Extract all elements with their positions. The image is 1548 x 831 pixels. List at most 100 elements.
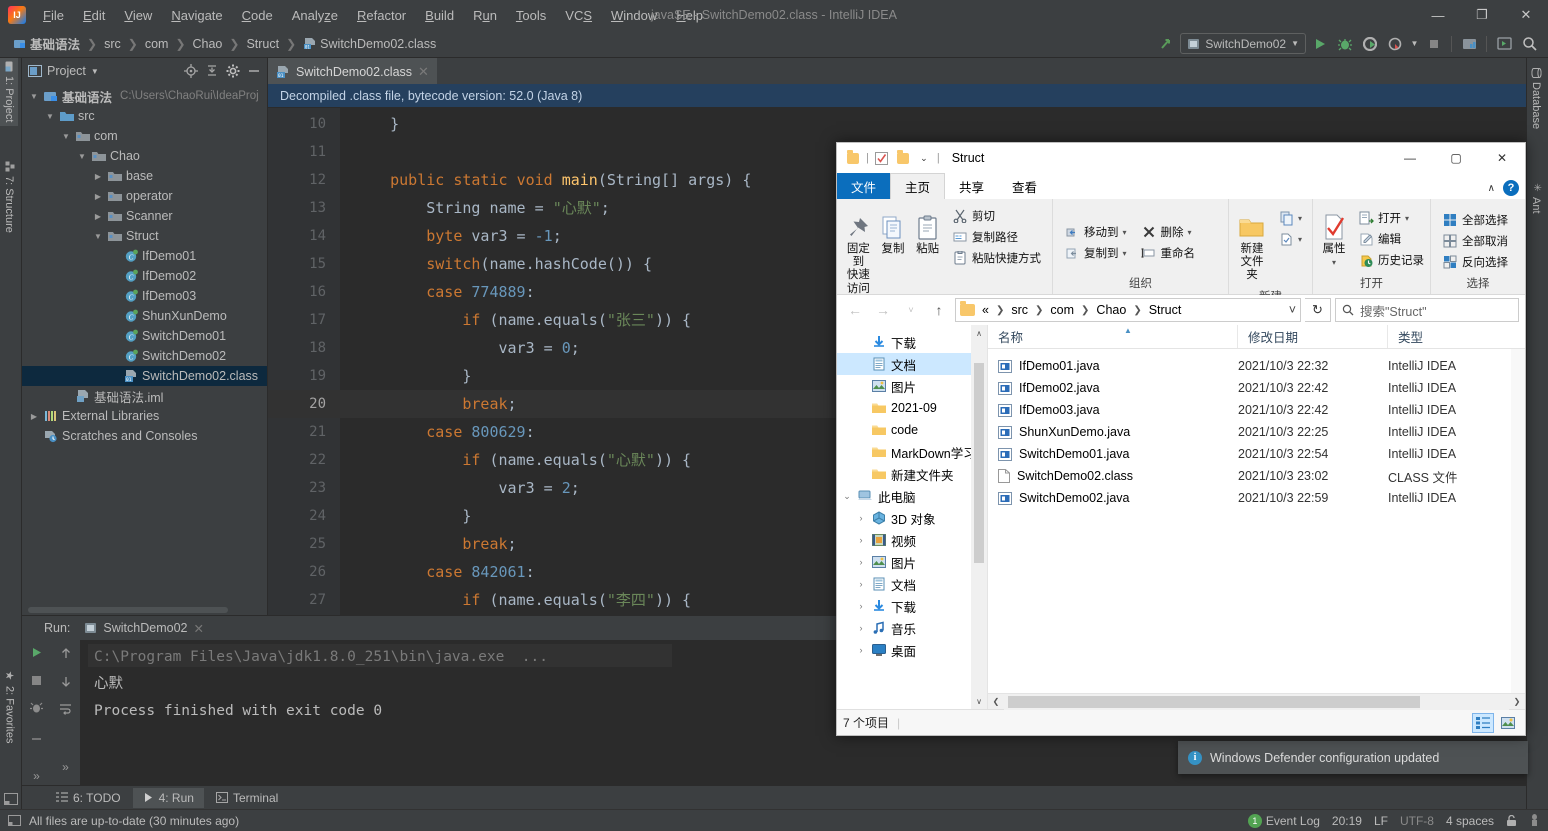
- horizontal-scrollbar[interactable]: ❮ ❯: [988, 693, 1525, 710]
- menu-code[interactable]: Code: [233, 4, 282, 27]
- forward-button[interactable]: →: [871, 298, 895, 322]
- rename-button[interactable]: 重命名: [1136, 243, 1201, 263]
- column-header-type[interactable]: 类型: [1388, 325, 1525, 348]
- menu-analyze[interactable]: Analyze: [283, 4, 347, 27]
- scroll-left-icon[interactable]: ❮: [988, 694, 1004, 710]
- nav-pane-item[interactable]: 2021-09: [837, 397, 987, 419]
- tree-expander-icon[interactable]: ▶: [92, 212, 104, 221]
- menu-file[interactable]: File: [34, 4, 73, 27]
- file-row[interactable]: SwitchDemo02.java 2021/10/3 22:59 IntelliJ…: [988, 487, 1511, 509]
- run-icon[interactable]: [1309, 33, 1331, 55]
- project-tree-item[interactable]: ▶ base: [22, 166, 267, 186]
- nav-pane-item[interactable]: 文档: [837, 353, 987, 375]
- tree-horizontal-scrollbar[interactable]: [28, 607, 228, 613]
- project-tree-item[interactable]: Scratches and Consoles: [22, 426, 267, 446]
- ribbon-tab-file[interactable]: 文件: [837, 173, 891, 199]
- file-row[interactable]: SwitchDemo02.class 2021/10/3 23:02 CLASS 文…: [988, 465, 1511, 487]
- project-tree-item[interactable]: C SwitchDemo01: [22, 326, 267, 346]
- history-button[interactable]: 历史记录: [1353, 250, 1429, 270]
- nav-pane-item[interactable]: MarkDown学习: [837, 441, 987, 463]
- tree-expander-icon[interactable]: ›: [855, 601, 867, 611]
- debug-reattach-icon[interactable]: [28, 699, 46, 716]
- collapse-all-icon[interactable]: [202, 62, 221, 81]
- tree-expander-icon[interactable]: ›: [855, 557, 867, 567]
- expand-collapse-icon[interactable]: [28, 730, 46, 747]
- chevron-down-icon[interactable]: ▼: [1409, 33, 1420, 55]
- scroll-right-icon[interactable]: ❯: [1509, 694, 1525, 710]
- menu-run[interactable]: Run: [464, 4, 506, 27]
- scrollbar-thumb[interactable]: [974, 363, 984, 563]
- project-tree-item[interactable]: ▼ src: [22, 106, 267, 126]
- file-row[interactable]: IfDemo01.java 2021/10/3 22:32 IntelliJ IDE…: [988, 355, 1511, 377]
- profiler-icon[interactable]: [1384, 33, 1406, 55]
- tree-expander-icon[interactable]: ⌄: [841, 491, 853, 502]
- menu-window[interactable]: Window: [602, 4, 666, 27]
- nav-pane-item[interactable]: › 图片: [837, 551, 987, 573]
- sidebar-item-ant[interactable]: ✳ Ant: [1527, 178, 1545, 218]
- search-input[interactable]: 搜索"Struct": [1335, 298, 1519, 322]
- project-tree-item[interactable]: ▼ com: [22, 126, 267, 146]
- easy-access-button[interactable]: ▾: [1273, 229, 1307, 249]
- ribbon-tab-view[interactable]: 查看: [998, 173, 1051, 199]
- check-box-icon[interactable]: [874, 150, 890, 166]
- tab-run[interactable]: 4: Run: [132, 787, 204, 808]
- copy-button[interactable]: 复制: [878, 204, 909, 259]
- project-tree-item[interactable]: ▶ operator: [22, 186, 267, 206]
- refresh-button[interactable]: ↻: [1305, 298, 1331, 322]
- project-tree-item[interactable]: ▶ Scanner: [22, 206, 267, 226]
- menu-refactor[interactable]: Refactor: [348, 4, 415, 27]
- file-list-scrollbar[interactable]: [1511, 349, 1525, 693]
- addr-crumb-struct[interactable]: Struct: [1146, 302, 1185, 318]
- breadcrumb-item-chao[interactable]: Chao: [189, 35, 227, 53]
- menu-tools[interactable]: Tools: [507, 4, 555, 27]
- nav-pane-item[interactable]: 新建文件夹: [837, 463, 987, 485]
- toggle-tool-windows-icon[interactable]: [4, 793, 18, 805]
- project-tree-item[interactable]: C SwitchDemo02: [22, 346, 267, 366]
- nav-pane-item[interactable]: code: [837, 419, 987, 441]
- file-row[interactable]: IfDemo02.java 2021/10/3 22:42 IntelliJ IDE…: [988, 377, 1511, 399]
- menu-vcs[interactable]: VCS: [556, 4, 601, 27]
- nav-pane-item[interactable]: 图片: [837, 375, 987, 397]
- edit-button[interactable]: 编辑: [1353, 229, 1429, 249]
- folder-icon[interactable]: [895, 149, 911, 166]
- search-everywhere-icon[interactable]: [1518, 33, 1540, 55]
- nav-pane-item[interactable]: ⌄ 此电脑: [837, 485, 987, 507]
- close-icon[interactable]: ✕: [193, 621, 203, 636]
- collapse-ribbon-icon[interactable]: ∧: [1488, 183, 1495, 194]
- breadcrumb-item-file[interactable]: 01 SwitchDemo02.class: [299, 35, 440, 53]
- sidebar-item-favorites[interactable]: ★ 2: Favorites: [0, 665, 19, 747]
- sidebar-item-project[interactable]: 1: Project: [0, 58, 18, 127]
- lock-icon[interactable]: [1506, 814, 1517, 827]
- tab-todo[interactable]: 6: TODO: [46, 788, 131, 808]
- update-project-icon[interactable]: [1155, 33, 1177, 55]
- open-button[interactable]: 打开 ▾: [1353, 208, 1429, 228]
- properties-button[interactable]: 属性 ▾: [1319, 204, 1349, 270]
- cut-button[interactable]: 剪切: [947, 206, 1046, 226]
- scroll-up-icon[interactable]: [57, 644, 75, 662]
- nav-pane-item[interactable]: › 下载: [837, 595, 987, 617]
- recent-locations-button[interactable]: ˅: [899, 298, 923, 322]
- settings-gear-icon[interactable]: [223, 62, 242, 81]
- large-icons-view-icon[interactable]: [1497, 713, 1519, 733]
- run-with-coverage-icon[interactable]: [1359, 33, 1381, 55]
- breadcrumb-item-com[interactable]: com: [141, 35, 173, 53]
- tree-expander-icon[interactable]: ›: [855, 579, 867, 589]
- close-button[interactable]: ✕: [1504, 0, 1548, 30]
- stop-icon[interactable]: [1423, 33, 1445, 55]
- tree-expander-icon[interactable]: ▼: [76, 152, 88, 161]
- project-tree-item[interactable]: C IfDemo02: [22, 266, 267, 286]
- navigation-pane[interactable]: 下载 文档 图片 2021-09 code MarkDown学习 新建文件夹 ⌄ 此电脑 › 3D …: [837, 325, 987, 709]
- indent-indicator[interactable]: 4 spaces: [1446, 814, 1494, 828]
- nav-pane-item[interactable]: › 文档: [837, 573, 987, 595]
- inspection-icon[interactable]: [1529, 814, 1540, 827]
- project-tree-item[interactable]: ▼ Struct: [22, 226, 267, 246]
- copy-to-button[interactable]: 复制到 ▾: [1059, 243, 1132, 263]
- address-input[interactable]: « ❯ src ❯ com ❯ Chao ❯ Struct ˅: [955, 298, 1301, 322]
- more-options-icon[interactable]: »: [28, 768, 46, 785]
- project-tree-item[interactable]: ▼ 基础语法 C:\Users\ChaoRui\IdeaProj: [22, 86, 267, 106]
- run-configuration-selector[interactable]: SwitchDemo02 ▼: [1180, 33, 1306, 54]
- breadcrumb-item-project[interactable]: 基础语法: [10, 32, 84, 55]
- sidebar-item-structure[interactable]: 7: Structure: [0, 158, 18, 237]
- run-tab-switchdemo02[interactable]: SwitchDemo02 ✕: [78, 619, 210, 638]
- help-icon[interactable]: ?: [1503, 180, 1519, 196]
